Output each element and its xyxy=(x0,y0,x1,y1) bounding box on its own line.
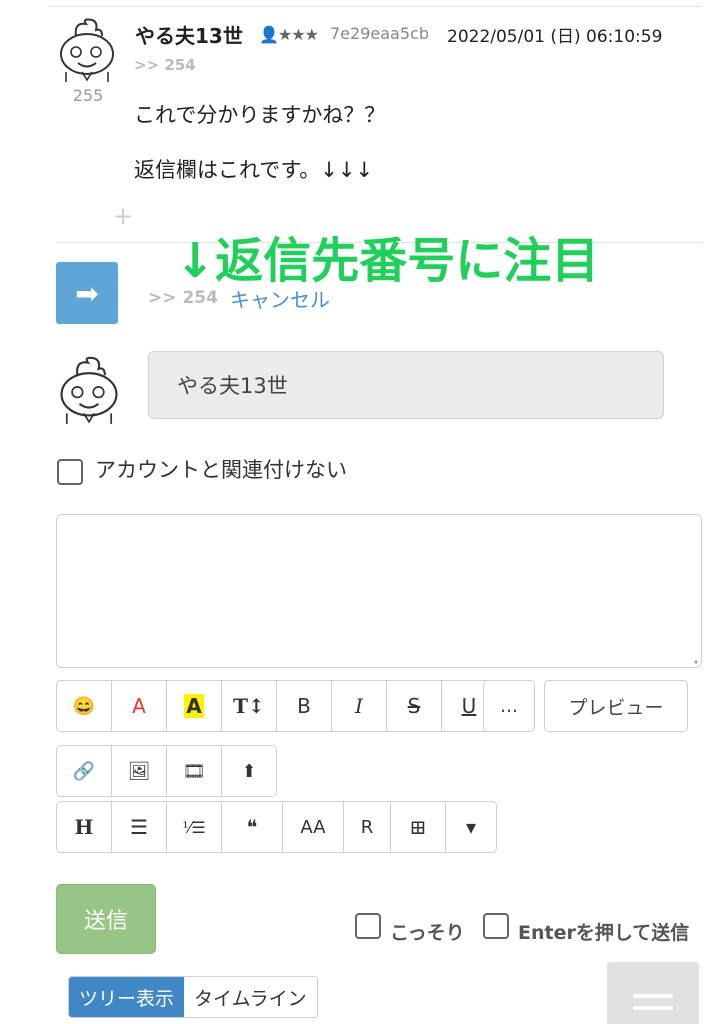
view-toggle: ツリー表示 タイムライン xyxy=(68,976,318,1018)
preview-button[interactable]: プレビュー xyxy=(544,680,688,732)
hamburger-icon xyxy=(633,994,673,998)
reply-arrow-button[interactable]: ➡ xyxy=(56,262,118,324)
format-toolbar-row1: 😄 A A T↕ B I S U xyxy=(56,680,497,732)
post-date: 2022/05/01 (日) 06:10:59 xyxy=(447,27,663,47)
resize-grip-icon[interactable] xyxy=(693,659,699,665)
reply-reference-link[interactable]: >> 254 xyxy=(134,56,196,74)
numbered-list-icon[interactable]: ⅟☰ xyxy=(167,802,222,852)
menu-button[interactable] xyxy=(607,962,699,1024)
tab-timeline[interactable]: タイムライン xyxy=(184,977,317,1017)
more-button[interactable]: ... xyxy=(483,680,535,732)
media-toolbar: 🔗 🖼 🎞 ⬆ xyxy=(56,745,277,797)
post-body-line: 返信欄はこれです。↓↓↓ xyxy=(134,158,374,182)
video-icon[interactable]: 🎞 xyxy=(167,746,222,796)
cancel-link[interactable]: キャンセル xyxy=(230,284,330,313)
link-icon[interactable]: 🔗 xyxy=(57,746,112,796)
post-number[interactable]: 255 xyxy=(70,86,106,105)
post-body-line: これで分かりますかね？？ xyxy=(134,103,386,127)
name-input[interactable] xyxy=(148,351,664,419)
highlight-icon[interactable]: A xyxy=(167,681,222,731)
bold-icon[interactable]: B xyxy=(277,681,332,731)
quote-icon[interactable]: ❝ xyxy=(222,802,283,852)
post-author[interactable]: やる夫13世 xyxy=(135,20,243,49)
bullet-list-icon[interactable]: ☰ xyxy=(112,802,167,852)
rank-stars: 👤★★★ xyxy=(259,25,319,44)
no-account-label: アカウントと関連付けない xyxy=(95,458,347,482)
font-color-icon[interactable]: A xyxy=(112,681,167,731)
strikethrough-icon[interactable]: S xyxy=(387,681,442,731)
sneak-label: こっそり xyxy=(390,922,465,944)
send-button[interactable]: 送信 xyxy=(56,884,156,954)
block-toolbar: H ☰ ⅟☰ ❝ AA R ⊞ ▾ xyxy=(56,801,497,853)
table-icon[interactable]: ⊞ xyxy=(391,802,446,852)
expand-plus-icon[interactable]: + xyxy=(113,202,133,230)
dropdown-icon[interactable]: ▾ xyxy=(446,802,496,852)
enter-send-checkbox[interactable] xyxy=(483,913,509,939)
heading-icon[interactable]: H xyxy=(57,802,112,852)
image-icon[interactable]: 🖼 xyxy=(112,746,167,796)
arrow-right-icon: ➡ xyxy=(75,276,99,310)
hamburger-icon-bar xyxy=(633,1006,673,1010)
annotation-text: ↓返信先番号に注目 xyxy=(175,233,600,289)
tab-tree[interactable]: ツリー表示 xyxy=(69,977,185,1017)
comment-textarea[interactable] xyxy=(56,514,702,668)
emoji-icon[interactable]: 😄 xyxy=(57,681,112,731)
enter-send-label: Enterを押して送信 xyxy=(518,922,690,944)
top-divider xyxy=(48,6,702,7)
italic-icon[interactable]: I xyxy=(332,681,387,731)
reply-target-number: >> 254 xyxy=(148,288,218,308)
sneak-checkbox[interactable] xyxy=(355,913,381,939)
no-account-checkbox[interactable] xyxy=(57,459,83,485)
post-avatar xyxy=(52,14,122,84)
user-id: 7e29eaa5cb xyxy=(330,24,429,43)
upload-icon[interactable]: ⬆ xyxy=(222,746,276,796)
aa-button[interactable]: AA xyxy=(283,802,344,852)
font-size-icon[interactable]: T↕ xyxy=(222,681,277,731)
form-avatar xyxy=(52,352,126,426)
r-button[interactable]: R xyxy=(344,802,391,852)
